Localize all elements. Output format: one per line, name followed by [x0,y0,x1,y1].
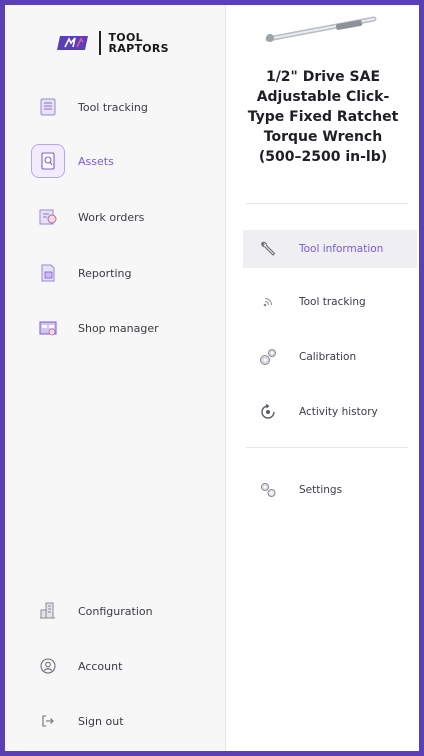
sidebar-item-account[interactable]: Account [31,648,122,684]
divider [246,447,408,448]
sidebar-item-reporting[interactable]: Reporting [31,255,131,291]
sidebar-item-label: Tool tracking [78,100,148,114]
work-orders-icon [31,200,65,234]
configuration-icon [31,594,65,628]
product-title: 1/2" Drive SAE Adjustable Click-Type Fix… [247,69,399,165]
torque-wrench-image [256,9,388,53]
app-window: TOOL RAPTORS Tool tracking Assets Work o… [5,5,419,751]
sidebar-item-assets[interactable]: Assets [31,143,114,179]
tab-label: Activity history [299,406,378,418]
sidebar-item-tool-tracking[interactable]: Tool tracking [31,89,148,125]
logo-divider [99,31,101,55]
tool-detail-panel: 1/2" Drive SAE Adjustable Click-Type Fix… [226,5,419,751]
sidebar-item-shop-manager[interactable]: Shop manager [31,310,159,346]
tab-label: Calibration [299,351,357,363]
wrench-icon [253,234,283,264]
gears-icon [253,342,283,372]
tool-tracking-icon [31,90,65,124]
tab-tool-tracking[interactable]: Tool tracking [243,283,417,321]
sidebar-item-configuration[interactable]: Configuration [31,593,153,629]
sidebar-item-label: Shop manager [78,321,159,335]
signal-icon [253,287,283,317]
tab-label: Settings [299,484,343,496]
tab-settings[interactable]: Settings [243,471,417,509]
shop-manager-icon [31,311,65,345]
raptor-logo-icon [57,36,88,50]
sidebar-item-work-orders[interactable]: Work orders [31,199,144,235]
tab-activity-history[interactable]: Activity history [243,393,417,431]
sign-out-icon [31,704,65,738]
sidebar-item-label: Sign out [78,714,124,728]
account-icon [31,649,65,683]
reporting-icon [31,256,65,290]
sidebar-item-sign-out[interactable]: Sign out [31,703,124,739]
settings-gears-icon [253,475,283,505]
sidebar: TOOL RAPTORS Tool tracking Assets Work o… [5,5,226,751]
brand-line-2: RAPTORS [108,42,169,55]
sidebar-item-label: Reporting [78,266,132,280]
assets-icon [31,144,65,178]
divider [246,203,408,204]
sidebar-item-label: Account [78,659,123,673]
tab-label: Tool information [299,243,384,255]
sidebar-item-label: Configuration [78,604,153,618]
sidebar-item-label: Work orders [78,210,145,224]
tab-calibration[interactable]: Calibration [243,338,417,376]
sidebar-item-label: Assets [78,154,114,168]
brand-name: TOOL RAPTORS [109,32,169,54]
tab-tool-information[interactable]: Tool information [243,230,417,268]
brand-logo[interactable]: TOOL RAPTORS [57,31,169,55]
tab-label: Tool tracking [299,296,366,308]
history-icon [253,397,283,427]
